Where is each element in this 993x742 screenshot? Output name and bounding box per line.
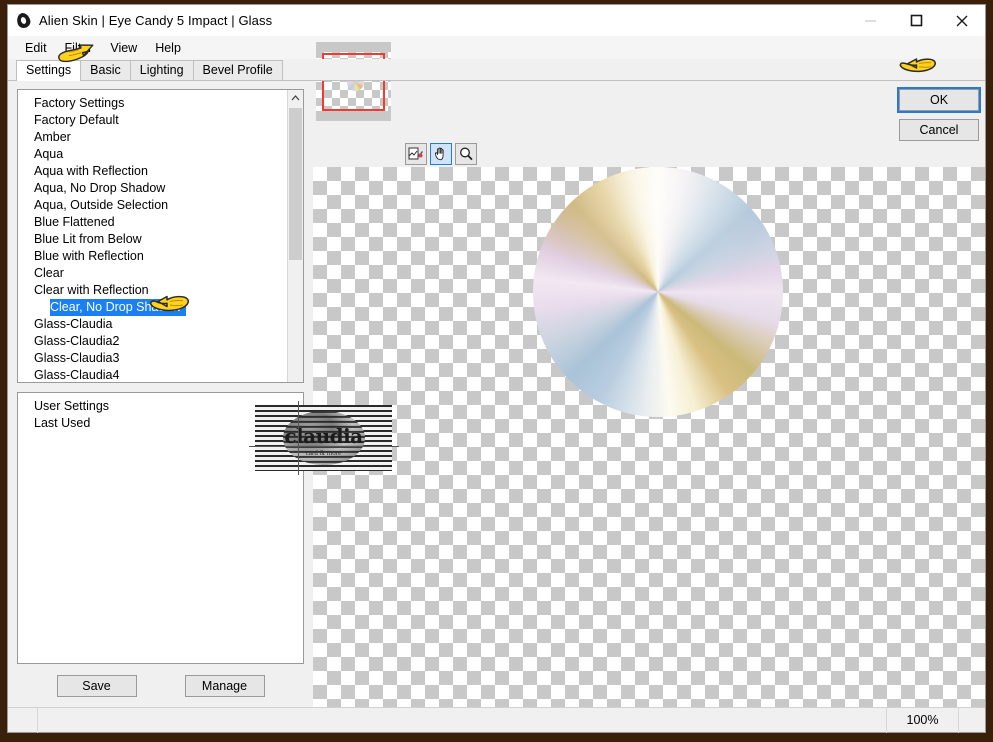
minimize-icon	[864, 20, 876, 22]
tab-settings[interactable]: Settings	[16, 60, 82, 81]
hand-icon	[435, 147, 444, 161]
maximize-icon	[910, 14, 922, 27]
scrollbar-thumb[interactable]	[289, 108, 302, 260]
navigator-strip-bottom	[316, 111, 391, 121]
list-item[interactable]: Glass-Claudia3	[18, 350, 287, 367]
list-item[interactable]: Blue Flattened	[18, 214, 287, 231]
list-item[interactable]: Blue Lit from Below	[18, 231, 287, 248]
list-item[interactable]: Glass-Claudia	[18, 316, 287, 333]
status-zoom-level: 100%	[887, 707, 959, 733]
menu-item-edit[interactable]: Edit	[16, 39, 56, 57]
window-controls	[847, 5, 985, 36]
tab-basic[interactable]: Basic	[80, 60, 131, 80]
menu-item-help[interactable]: Help	[146, 39, 190, 57]
image-eyedropper-icon	[408, 147, 423, 160]
list-item[interactable]: Factory Settings	[18, 95, 287, 112]
preview-canvas[interactable]	[313, 167, 985, 707]
hand-pan-tool-button[interactable]	[430, 143, 452, 165]
navigator-strip-top	[316, 42, 391, 52]
list-item[interactable]: Glass-Claudia2	[18, 333, 287, 350]
preview-toolbar: Preview Background: None OK Cancel	[313, 42, 985, 203]
list-item[interactable]: User Settings	[18, 398, 303, 415]
list-item[interactable]: Glass-Claudia4	[18, 367, 287, 382]
list-item[interactable]: Aqua	[18, 146, 287, 163]
tab-strip: Settings Basic Lighting Bevel Profile	[8, 59, 985, 81]
preview-tools	[405, 143, 477, 165]
list-item[interactable]: Amber	[18, 129, 287, 146]
dialog-actions: OK Cancel	[897, 87, 981, 141]
window-title: Alien Skin | Eye Candy 5 Impact | Glass	[39, 13, 273, 28]
list-item[interactable]: Blue with Reflection	[18, 248, 287, 265]
title-bar: Alien Skin | Eye Candy 5 Impact | Glass	[8, 5, 985, 36]
glass-effect-preview	[533, 167, 783, 417]
zoom-magnifier-tool-button[interactable]	[455, 143, 477, 165]
factory-list-scrollbar[interactable]	[287, 90, 303, 382]
screenshot-root: Alien Skin | Eye Candy 5 Impact | Glass	[0, 0, 993, 742]
status-message-cell	[38, 707, 887, 733]
menu-item-view[interactable]: View	[101, 39, 146, 57]
menu-item-filter[interactable]: Filter	[56, 39, 102, 57]
list-item[interactable]: Aqua, Outside Selection	[18, 197, 287, 214]
list-item[interactable]: Aqua with Reflection	[18, 163, 287, 180]
settings-panel: Factory Settings Factory Default Amber A…	[8, 81, 313, 707]
status-bar: 100%	[8, 707, 985, 733]
close-button[interactable]	[939, 5, 985, 36]
settings-button-row: Save Manage	[17, 675, 304, 697]
maximize-button[interactable]	[893, 5, 939, 36]
list-item-selected[interactable]: Clear, No Drop Shadow	[50, 299, 187, 316]
alien-eye-icon	[15, 10, 32, 30]
main-body: Factory Settings Factory Default Amber A…	[8, 42, 985, 707]
save-button[interactable]: Save	[56, 675, 137, 697]
menu-bar: Edit Filter View Help	[8, 36, 985, 59]
cancel-button[interactable]: Cancel	[899, 119, 979, 141]
image-eyedropper-tool-button[interactable]	[405, 143, 427, 165]
scroll-up-arrow-icon[interactable]	[288, 90, 303, 106]
navigator-thumbnail[interactable]	[316, 42, 391, 121]
tab-bevel-profile[interactable]: Bevel Profile	[192, 60, 283, 80]
list-item[interactable]: Clear	[18, 265, 287, 282]
list-item[interactable]: Last Used	[18, 415, 303, 432]
list-item[interactable]: Clear with Reflection	[18, 282, 287, 299]
application-window: Alien Skin | Eye Candy 5 Impact | Glass	[7, 4, 986, 733]
tab-lighting[interactable]: Lighting	[129, 60, 194, 80]
magnifier-icon	[460, 147, 473, 161]
factory-settings-list[interactable]: Factory Settings Factory Default Amber A…	[17, 89, 304, 383]
status-left-cell	[8, 707, 38, 733]
list-item[interactable]: Aqua, No Drop Shadow	[18, 180, 287, 197]
user-settings-list[interactable]: User Settings Last Used	[17, 391, 304, 664]
close-icon	[956, 15, 968, 26]
list-item[interactable]: Factory Default	[18, 112, 287, 129]
minimize-button[interactable]	[847, 5, 893, 36]
manage-button[interactable]: Manage	[184, 675, 265, 697]
ok-button[interactable]: OK	[897, 87, 981, 113]
preview-panel: Preview Background: None OK Cancel	[313, 42, 985, 707]
status-right-cell	[959, 708, 985, 733]
